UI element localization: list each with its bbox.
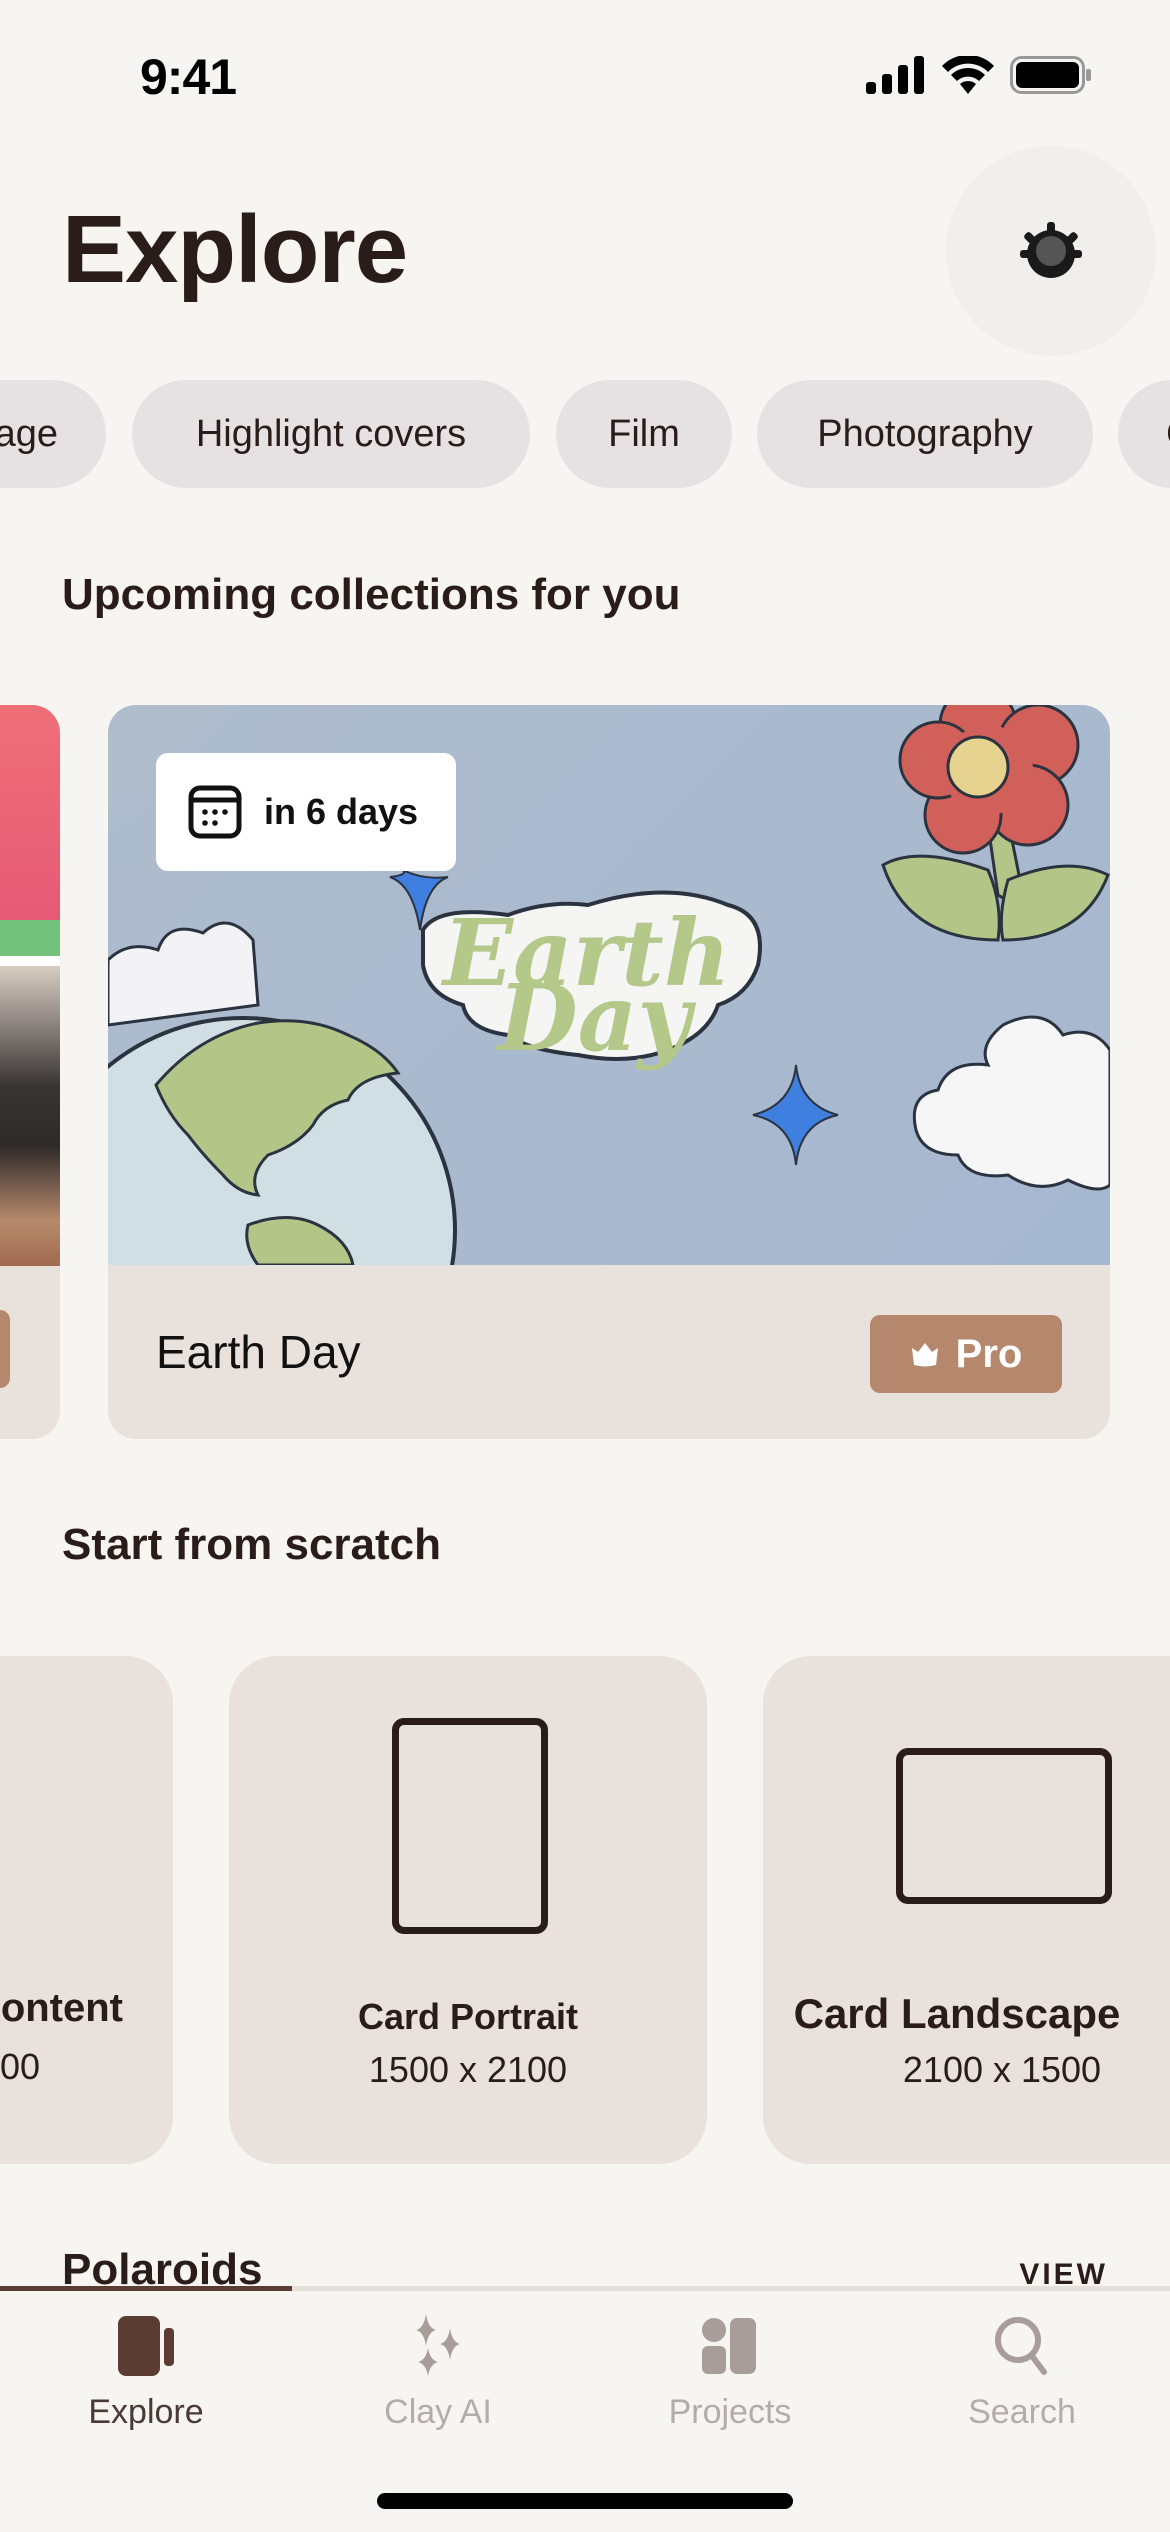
crown-icon: [911, 1343, 938, 1367]
tab-clay-ai[interactable]: Clay AI: [292, 2311, 584, 2451]
date-badge: in 6 days: [156, 753, 456, 871]
status-icons: [866, 56, 1092, 94]
partial-art-green: [0, 920, 60, 956]
tab-label: Projects: [668, 2393, 792, 2431]
chip-photography[interactable]: Photography: [757, 380, 1093, 488]
wifi-icon: [942, 56, 994, 94]
battery-icon: [1010, 56, 1091, 94]
home-indicator[interactable]: [377, 2493, 793, 2509]
partial-art-divider: [0, 956, 60, 966]
scratch-card-partial[interactable]: ontent 00: [0, 1656, 173, 2164]
tab-explore[interactable]: Explore: [0, 2311, 292, 2451]
chip-partial-left[interactable]: age: [0, 380, 106, 488]
chip-label: Highlight covers: [195, 412, 467, 455]
scratch-card-landscape[interactable]: Card Landscape 2100 x 1500: [763, 1656, 1170, 2164]
gear-icon: [1020, 222, 1082, 278]
chip-label: Film: [608, 412, 680, 455]
tab-search[interactable]: Search: [876, 2311, 1168, 2451]
chip-label: age: [0, 412, 58, 455]
settings-button[interactable]: [946, 146, 1156, 356]
tab-label: Explore: [88, 2393, 204, 2431]
chip-highlight-covers[interactable]: Highlight covers: [132, 380, 530, 488]
cloud-left: [108, 921, 260, 1027]
scroll-indicator: [0, 2286, 292, 2291]
pro-badge-label: Pro: [955, 1331, 1023, 1376]
landscape-shape-icon: [896, 1748, 1112, 1904]
tab-label: Search: [968, 2393, 1076, 2431]
flower-icon: [881, 705, 1110, 942]
scratch-card-dims: 1500 x 2100: [368, 2049, 568, 2090]
sparkles-icon: [416, 2314, 460, 2376]
collection-card-partial[interactable]: [0, 705, 60, 1439]
scratch-card-name: ontent: [0, 1986, 123, 2030]
partial-art-pink: [0, 705, 60, 920]
pro-badge: Pro: [870, 1315, 1062, 1393]
section-title-scratch: Start from scratch: [62, 1520, 442, 1569]
scratch-card-name: Card Portrait: [357, 1996, 579, 2037]
tab-projects[interactable]: Projects: [584, 2311, 876, 2451]
category-chips: age Highlight covers Film Photography C: [0, 380, 1170, 490]
section-title-upcoming: Upcoming collections for you: [62, 570, 681, 619]
search-icon: [995, 2317, 1047, 2375]
partial-pro-badge: [0, 1310, 10, 1388]
chip-label: Photography: [817, 412, 1033, 455]
scratch-card-portrait[interactable]: Card Portrait 1500 x 2100: [229, 1656, 707, 2164]
tab-label: Clay AI: [384, 2393, 492, 2431]
projects-icon: [702, 2318, 756, 2374]
partial-art-photo: [0, 966, 60, 1266]
scratch-card-name: Card Landscape: [793, 1990, 1121, 2037]
page-title: Explore: [62, 196, 408, 303]
collection-card-earth-day[interactable]: Earth Day in 6 days Earth Day Pro: [108, 705, 1110, 1439]
calendar-icon: [188, 785, 242, 839]
scratch-card-dims: 2100 x 1500: [902, 2049, 1102, 2090]
chip-film[interactable]: Film: [556, 380, 732, 488]
collection-name: Earth Day: [156, 1326, 361, 1378]
chip-label: C: [1166, 413, 1170, 456]
explore-icon: [118, 2316, 174, 2376]
status-time: 9:41: [140, 49, 237, 105]
collection-artwork: Earth Day in 6 days: [108, 705, 1110, 1265]
scratch-card-dims: 00: [0, 2046, 40, 2087]
star-icon: [752, 1064, 839, 1166]
cellular-signal-icon: [866, 56, 924, 94]
portrait-shape-icon: [392, 1718, 548, 1934]
status-bar: 9:41: [0, 0, 1170, 150]
date-badge-text: in 6 days: [264, 791, 419, 832]
cloud-right: [912, 1015, 1110, 1191]
art-text-day: Day: [495, 964, 696, 1072]
chip-partial-right[interactable]: C: [1118, 380, 1170, 488]
